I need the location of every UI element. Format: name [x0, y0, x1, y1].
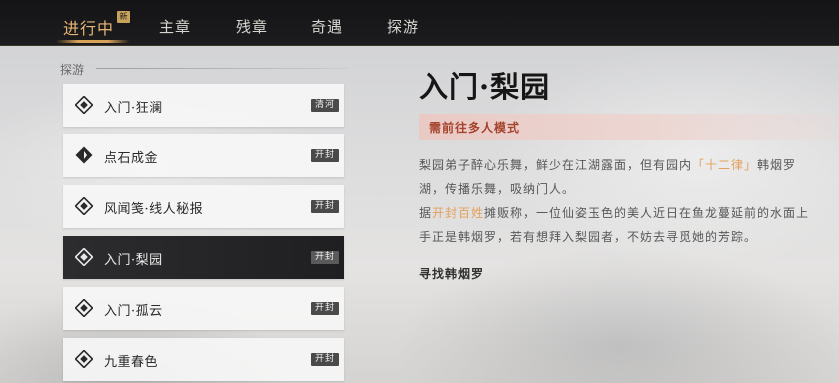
- quest-objective: 寻找韩烟罗: [419, 267, 485, 281]
- top-nav-bar: 进行中 新 主章 残章 奇遇 探游: [0, 0, 839, 46]
- quest-item-selected[interactable]: 入门·梨园 开封: [63, 236, 344, 279]
- quest-name: 点石成金: [104, 151, 159, 166]
- quest-diamond-icon: [75, 96, 93, 114]
- tab-exploration[interactable]: 探游: [387, 16, 419, 38]
- quest-item[interactable]: 风闻笺·线人秘报 开封: [63, 185, 344, 228]
- description-line: 据开封百姓摊贩称，一位仙姿玉色的美人近日在鱼龙蔓延前的水面上: [419, 204, 809, 221]
- description-line: 手正是韩烟罗，若有想拜入梨园者，不妨去寻觅她的芳踪。: [419, 228, 757, 245]
- quest-diamond-icon: [75, 299, 93, 317]
- quest-detail-title: 入门·梨园: [419, 70, 551, 104]
- quest-diamond-icon: [75, 197, 93, 215]
- description-text: 据: [419, 206, 433, 220]
- quest-item[interactable]: 入门·孤云 开封: [63, 287, 344, 330]
- quest-location-badge: 开封: [310, 149, 339, 162]
- description-text: 湖，传播乐舞，吸纳门人。: [419, 182, 576, 196]
- active-tab-underline: [56, 40, 130, 43]
- quest-diamond-icon: [75, 350, 93, 368]
- description-text: 韩烟罗: [757, 158, 797, 172]
- tab-main-chapter[interactable]: 主章: [159, 16, 191, 38]
- quest-location-badge: 开封: [310, 251, 339, 264]
- tab-encounter[interactable]: 奇遇: [311, 16, 343, 38]
- description-line: 梨园弟子醉心乐舞，鲜少在江湖露面，但有园内「十二律」韩烟罗: [419, 156, 796, 173]
- tab-fragment-chapter[interactable]: 残章: [236, 16, 268, 38]
- description-text: 梨园弟子醉心乐舞，鲜少在江湖露面，但有园内: [419, 158, 693, 172]
- quest-item[interactable]: 九重春色 开封: [63, 338, 344, 381]
- tab-in-progress[interactable]: 进行中: [63, 15, 114, 38]
- description-highlight: 「十二律」: [692, 158, 758, 172]
- quest-diamond-filled-icon: [75, 146, 93, 164]
- quest-location-badge: 清河: [310, 99, 339, 112]
- description-highlight: 开封百姓: [432, 206, 485, 220]
- quest-location-badge: 开封: [310, 353, 339, 366]
- quest-name: 入门·梨园: [104, 253, 163, 268]
- quest-name: 入门·狂澜: [104, 101, 163, 116]
- quest-item[interactable]: 点石成金 开封: [63, 134, 344, 177]
- quest-location-badge: 开封: [310, 200, 339, 213]
- quest-name: 入门·孤云: [104, 304, 163, 319]
- requirement-text: 需前往多人模式: [429, 121, 521, 135]
- section-label: 探游: [60, 63, 85, 77]
- quest-name: 九重春色: [104, 355, 159, 370]
- description-text: 手正是韩烟罗，若有想拜入梨园者，不妨去寻觅她的芳踪。: [419, 230, 758, 244]
- quest-location-badge: 开封: [310, 302, 339, 315]
- quest-diamond-icon: [75, 248, 93, 266]
- requirement-banner: 需前往多人模式: [419, 114, 839, 140]
- quest-item[interactable]: 入门·狂澜 清河: [63, 84, 344, 127]
- description-text: 摊贩称，一位仙姿玉色的美人近日在鱼龙蔓延前的水面上: [484, 206, 810, 220]
- description-line: 湖，传播乐舞，吸纳门人。: [419, 180, 575, 197]
- section-divider: [96, 68, 348, 69]
- quest-name: 风闻笺·线人秘报: [104, 202, 204, 217]
- new-badge: 新: [117, 11, 130, 23]
